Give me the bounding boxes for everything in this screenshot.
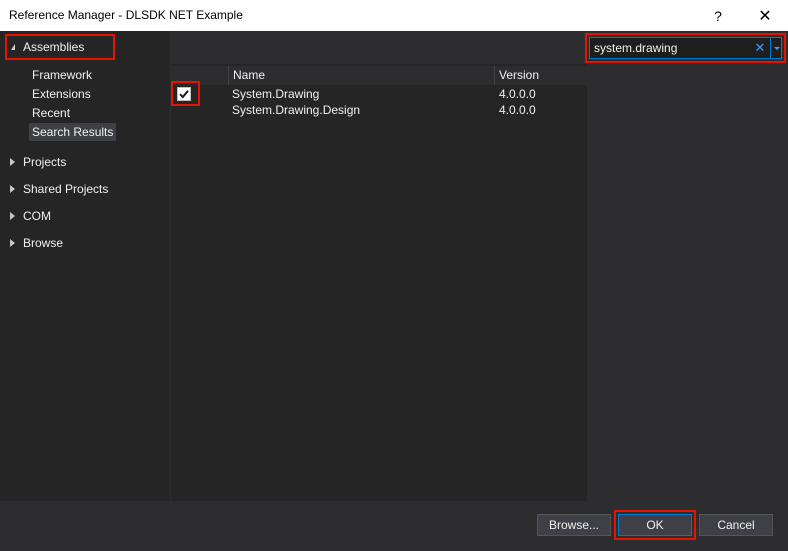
nav-browse[interactable]: Browse	[0, 233, 63, 253]
column-version-label: Version	[499, 68, 540, 82]
collapsed-triangle-icon	[10, 158, 15, 166]
nav-framework-label: Framework	[32, 68, 93, 82]
browse-button[interactable]: Browse...	[537, 514, 611, 536]
nav-projects-label: Projects	[23, 155, 67, 169]
nav-com[interactable]: COM	[0, 206, 51, 226]
nav-recent[interactable]: Recent	[29, 104, 73, 122]
collapsed-triangle-icon	[10, 239, 15, 247]
table-row-version: 4.0.0.0	[499, 103, 536, 117]
highlight-search	[585, 33, 786, 63]
help-button[interactable]: ?	[695, 0, 741, 31]
nav-search-results-label: Search Results	[32, 125, 114, 139]
results-list	[171, 64, 587, 501]
highlight-ok-button	[614, 510, 696, 540]
nav-extensions-label: Extensions	[32, 87, 91, 101]
table-row-name[interactable]: System.Drawing.Design	[232, 102, 360, 118]
table-row-name[interactable]: System.Drawing	[232, 86, 319, 102]
nav-recent-label: Recent	[32, 106, 71, 120]
column-name-header[interactable]: Name	[229, 66, 495, 85]
nav-extensions[interactable]: Extensions	[29, 85, 94, 103]
nav-com-label: COM	[23, 209, 51, 223]
title-bar: Reference Manager - DLSDK NET Example ? …	[0, 0, 788, 31]
highlight-checkbox	[171, 81, 200, 106]
column-version-header[interactable]: Version	[495, 66, 587, 85]
nav-shared-projects-label: Shared Projects	[23, 182, 109, 196]
highlight-assemblies	[5, 34, 115, 60]
nav-browse-label: Browse	[23, 236, 64, 250]
nav-search-results[interactable]: Search Results	[29, 123, 117, 141]
close-button[interactable]: ✕	[742, 0, 788, 31]
nav-framework[interactable]: Framework	[29, 66, 95, 84]
column-name-label: Name	[233, 68, 266, 82]
nav-shared-projects[interactable]: Shared Projects	[0, 179, 108, 199]
window-title: Reference Manager - DLSDK NET Example	[9, 8, 243, 22]
nav-projects[interactable]: Projects	[0, 152, 66, 172]
table-row-version: 4.0.0.0	[499, 87, 536, 101]
collapsed-triangle-icon	[10, 185, 15, 193]
cancel-button[interactable]: Cancel	[699, 514, 773, 536]
collapsed-triangle-icon	[10, 212, 15, 220]
right-detail-pane	[588, 31, 788, 501]
